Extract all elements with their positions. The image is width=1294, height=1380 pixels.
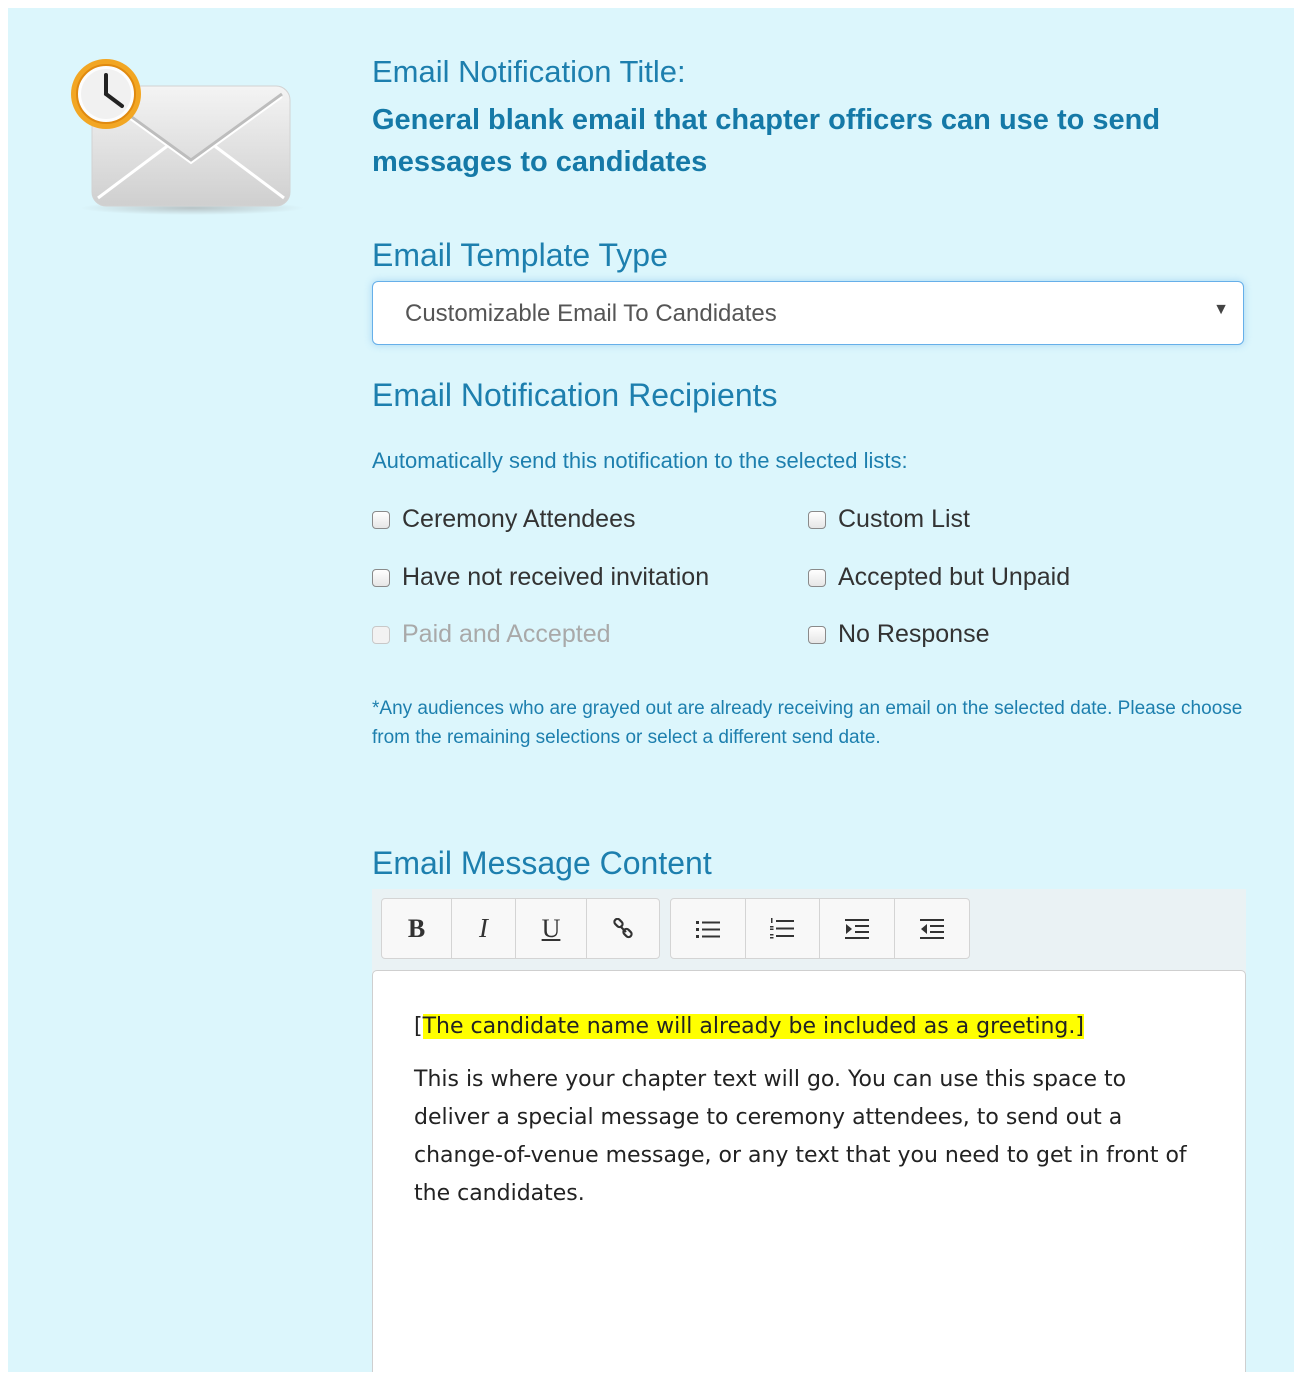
italic-icon: I <box>479 913 488 943</box>
message-body: This is where your chapter text will go.… <box>414 1067 1187 1206</box>
title-label: Email Notification Title: <box>372 54 686 89</box>
recipient-have-not-received-invitation[interactable]: Have not received invitation <box>372 563 709 592</box>
bullet-list-button[interactable] <box>671 899 746 958</box>
list-button-group <box>670 898 970 959</box>
recipient-paid-and-accepted: Paid and Accepted <box>372 620 611 649</box>
editor-text: [The candidate name will already be incl… <box>414 1014 1194 1213</box>
email-clock-icon <box>64 56 308 222</box>
italic-button[interactable]: I <box>452 899 516 958</box>
numbered-list-icon <box>770 917 795 940</box>
recipients-instructions: Automatically send this notification to … <box>372 448 908 473</box>
template-type-select[interactable]: Customizable Email To Candidates ▼ <box>372 281 1244 345</box>
checkbox-label: Accepted but Unpaid <box>838 563 1071 591</box>
outdent-button[interactable] <box>895 899 970 958</box>
checkbox-label: Custom List <box>838 505 970 533</box>
recipient-no-response[interactable]: No Response <box>808 620 989 649</box>
checkbox[interactable] <box>808 625 826 644</box>
checkbox-label: No Response <box>838 620 990 648</box>
checkbox-label: Ceremony Attendees <box>402 505 636 533</box>
editor-toolbar: B I U <box>372 889 1246 973</box>
chevron-down-icon: ▼ <box>1213 301 1229 318</box>
outdent-icon <box>919 918 944 939</box>
bold-icon: B <box>407 913 426 943</box>
format-button-group: B I U <box>381 898 660 959</box>
recipients-heading: Email Notification Recipients <box>372 377 778 413</box>
link-button[interactable] <box>587 899 659 958</box>
message-content-heading: Email Message Content <box>372 845 712 881</box>
underline-icon: U <box>541 913 561 943</box>
checkbox-disabled <box>372 625 390 644</box>
link-icon <box>612 917 634 940</box>
checkbox[interactable] <box>808 510 826 529</box>
notification-title: General blank email that chapter officer… <box>372 104 1161 178</box>
indent-icon <box>844 918 869 939</box>
checkbox[interactable] <box>808 568 826 587</box>
underline-button[interactable]: U <box>516 899 587 958</box>
notification-panel: Email Notification Title: General blank … <box>8 8 1294 1372</box>
template-type-heading: Email Template Type <box>372 237 668 273</box>
recipient-accepted-but-unpaid[interactable]: Accepted but Unpaid <box>808 563 1070 592</box>
grayed-out-note: *Any audiences who are grayed out are al… <box>372 698 1243 748</box>
greeting-placeholder: [The candidate name will already be incl… <box>414 1014 1194 1039</box>
checkbox-label: Have not received invitation <box>402 563 710 591</box>
message-editor[interactable]: [The candidate name will already be incl… <box>372 970 1246 1372</box>
indent-button[interactable] <box>820 899 895 958</box>
template-type-selected: Customizable Email To Candidates <box>405 300 777 327</box>
checkbox-label: Paid and Accepted <box>402 620 611 648</box>
greeting-highlight: The candidate name will already be inclu… <box>422 1014 1084 1039</box>
bold-button[interactable]: B <box>382 899 452 958</box>
bullet-list-icon <box>695 919 720 939</box>
recipient-custom-list[interactable]: Custom List <box>808 505 970 534</box>
checkbox[interactable] <box>372 568 390 587</box>
recipient-ceremony-attendees[interactable]: Ceremony Attendees <box>372 505 635 534</box>
checkbox[interactable] <box>372 510 390 529</box>
greeting-bracket: [ <box>414 1014 423 1039</box>
numbered-list-button[interactable] <box>746 899 820 958</box>
